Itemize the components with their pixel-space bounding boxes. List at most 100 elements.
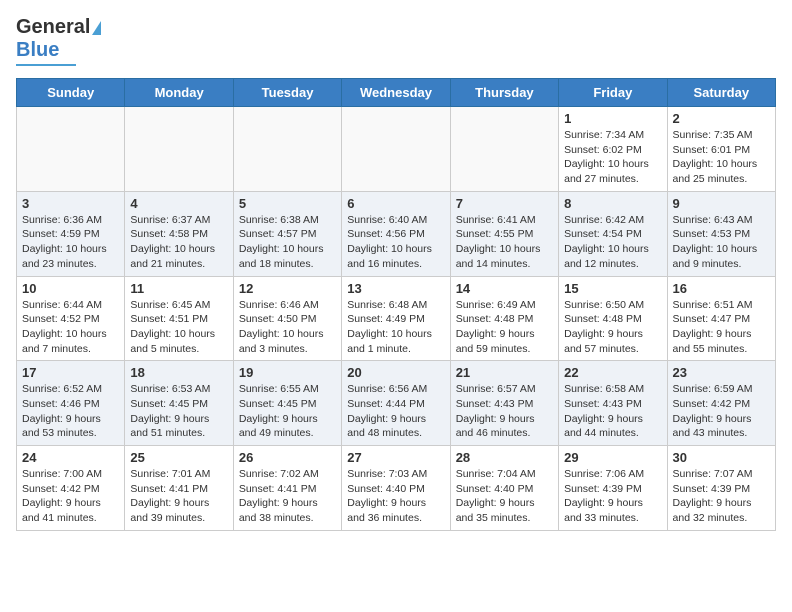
logo-triangle-icon <box>92 21 101 35</box>
calendar-week-row: 10 Sunrise: 6:44 AMSunset: 4:52 PMDayligh… <box>17 276 776 361</box>
day-number: 30 <box>673 450 770 465</box>
day-number: 13 <box>347 281 444 296</box>
calendar-cell: 23Sunrise: 6:59 AMSunset: 4:42 PMDayligh… <box>667 361 775 446</box>
day-info: Sunrise: 6:49 AMSunset: 4:48 PMDaylight:… <box>456 298 553 357</box>
calendar-cell: 15 Sunrise: 6:50 AMSunset: 4:48 PMDayligh… <box>559 276 667 361</box>
day-info: Sunrise: 7:07 AMSunset: 4:39 PMDaylight:… <box>673 467 770 526</box>
calendar-cell <box>17 107 125 192</box>
day-number: 19 <box>239 365 336 380</box>
day-header-tuesday: Tuesday <box>233 79 341 107</box>
day-info: Sunrise: 6:56 AMSunset: 4:44 PMDaylight:… <box>347 382 444 441</box>
day-info: Sunrise: 6:36 AMSunset: 4:59 PMDaylight:… <box>22 213 119 272</box>
day-info: Sunrise: 6:50 AMSunset: 4:48 PMDaylight:… <box>564 298 661 357</box>
day-info: Sunrise: 7:06 AMSunset: 4:39 PMDaylight:… <box>564 467 661 526</box>
calendar-cell: 18Sunrise: 6:53 AMSunset: 4:45 PMDayligh… <box>125 361 233 446</box>
day-number: 7 <box>456 196 553 211</box>
day-info: Sunrise: 6:44 AMSunset: 4:52 PMDaylight:… <box>22 298 119 357</box>
day-number: 15 <box>564 281 661 296</box>
day-number: 9 <box>673 196 770 211</box>
calendar-table: SundayMondayTuesdayWednesdayThursdayFrid… <box>16 78 776 531</box>
day-number: 29 <box>564 450 661 465</box>
day-header-friday: Friday <box>559 79 667 107</box>
day-info: Sunrise: 6:55 AMSunset: 4:45 PMDaylight:… <box>239 382 336 441</box>
day-info: Sunrise: 6:48 AMSunset: 4:49 PMDaylight:… <box>347 298 444 357</box>
calendar-cell: 9 Sunrise: 6:43 AMSunset: 4:53 PMDaylight… <box>667 191 775 276</box>
day-info: Sunrise: 6:51 AMSunset: 4:47 PMDaylight:… <box>673 298 770 357</box>
day-number: 27 <box>347 450 444 465</box>
calendar-cell: 2Sunrise: 7:35 AMSunset: 6:01 PMDaylight… <box>667 107 775 192</box>
day-header-saturday: Saturday <box>667 79 775 107</box>
calendar-cell: 10 Sunrise: 6:44 AMSunset: 4:52 PMDayligh… <box>17 276 125 361</box>
calendar-week-row: 1Sunrise: 7:34 AMSunset: 6:02 PMDaylight… <box>17 107 776 192</box>
page-header: General Blue <box>16 16 776 66</box>
day-info: Sunrise: 6:37 AMSunset: 4:58 PMDaylight:… <box>130 213 227 272</box>
day-number: 21 <box>456 365 553 380</box>
day-info: Sunrise: 6:43 AMSunset: 4:53 PMDaylight:… <box>673 213 770 272</box>
day-info: Sunrise: 7:35 AMSunset: 6:01 PMDaylight:… <box>673 128 770 187</box>
calendar-cell: 5 Sunrise: 6:38 AMSunset: 4:57 PMDaylight… <box>233 191 341 276</box>
calendar-cell: 22 Sunrise: 6:58 AMSunset: 4:43 PMDayligh… <box>559 361 667 446</box>
calendar-cell: 19 Sunrise: 6:55 AMSunset: 4:45 PMDayligh… <box>233 361 341 446</box>
day-number: 22 <box>564 365 661 380</box>
calendar-cell: 1Sunrise: 7:34 AMSunset: 6:02 PMDaylight… <box>559 107 667 192</box>
calendar-cell: 29 Sunrise: 7:06 AMSunset: 4:39 PMDayligh… <box>559 446 667 531</box>
calendar-cell: 21 Sunrise: 6:57 AMSunset: 4:43 PMDayligh… <box>450 361 558 446</box>
calendar-week-row: 24Sunrise: 7:00 AMSunset: 4:42 PMDayligh… <box>17 446 776 531</box>
day-header-monday: Monday <box>125 79 233 107</box>
calendar-cell: 3 Sunrise: 6:36 AMSunset: 4:59 PMDaylight… <box>17 191 125 276</box>
calendar-cell: 11 Sunrise: 6:45 AMSunset: 4:51 PMDayligh… <box>125 276 233 361</box>
calendar-cell: 24Sunrise: 7:00 AMSunset: 4:42 PMDayligh… <box>17 446 125 531</box>
day-info: Sunrise: 6:45 AMSunset: 4:51 PMDaylight:… <box>130 298 227 357</box>
day-info: Sunrise: 7:03 AMSunset: 4:40 PMDaylight:… <box>347 467 444 526</box>
calendar-cell: 27 Sunrise: 7:03 AMSunset: 4:40 PMDayligh… <box>342 446 450 531</box>
calendar-cell: 14 Sunrise: 6:49 AMSunset: 4:48 PMDayligh… <box>450 276 558 361</box>
calendar-cell: 4 Sunrise: 6:37 AMSunset: 4:58 PMDaylight… <box>125 191 233 276</box>
day-info: Sunrise: 7:02 AMSunset: 4:41 PMDaylight:… <box>239 467 336 526</box>
day-number: 8 <box>564 196 661 211</box>
day-info: Sunrise: 6:52 AMSunset: 4:46 PMDaylight:… <box>22 382 119 441</box>
day-number: 16 <box>673 281 770 296</box>
logo-underline <box>16 64 76 66</box>
calendar-cell: 6 Sunrise: 6:40 AMSunset: 4:56 PMDaylight… <box>342 191 450 276</box>
day-number: 1 <box>564 111 661 126</box>
day-info: Sunrise: 6:40 AMSunset: 4:56 PMDaylight:… <box>347 213 444 272</box>
day-header-sunday: Sunday <box>17 79 125 107</box>
calendar-cell: 26Sunrise: 7:02 AMSunset: 4:41 PMDayligh… <box>233 446 341 531</box>
day-info: Sunrise: 6:41 AMSunset: 4:55 PMDaylight:… <box>456 213 553 272</box>
day-number: 17 <box>22 365 119 380</box>
day-info: Sunrise: 6:58 AMSunset: 4:43 PMDaylight:… <box>564 382 661 441</box>
day-number: 3 <box>22 196 119 211</box>
calendar-week-row: 3 Sunrise: 6:36 AMSunset: 4:59 PMDaylight… <box>17 191 776 276</box>
calendar-cell <box>342 107 450 192</box>
day-info: Sunrise: 6:59 AMSunset: 4:42 PMDaylight:… <box>673 382 770 441</box>
day-number: 5 <box>239 196 336 211</box>
day-number: 6 <box>347 196 444 211</box>
day-number: 14 <box>456 281 553 296</box>
logo: General Blue <box>16 16 101 66</box>
calendar-cell: 7 Sunrise: 6:41 AMSunset: 4:55 PMDaylight… <box>450 191 558 276</box>
calendar-cell: 13 Sunrise: 6:48 AMSunset: 4:49 PMDayligh… <box>342 276 450 361</box>
day-number: 10 <box>22 281 119 296</box>
logo-text-general: General <box>16 16 90 39</box>
day-header-thursday: Thursday <box>450 79 558 107</box>
day-info: Sunrise: 6:42 AMSunset: 4:54 PMDaylight:… <box>564 213 661 272</box>
day-info: Sunrise: 7:04 AMSunset: 4:40 PMDaylight:… <box>456 467 553 526</box>
day-info: Sunrise: 6:57 AMSunset: 4:43 PMDaylight:… <box>456 382 553 441</box>
calendar-cell: 17 Sunrise: 6:52 AMSunset: 4:46 PMDayligh… <box>17 361 125 446</box>
day-number: 4 <box>130 196 227 211</box>
day-number: 11 <box>130 281 227 296</box>
calendar-cell: 20Sunrise: 6:56 AMSunset: 4:44 PMDayligh… <box>342 361 450 446</box>
calendar-cell: 30 Sunrise: 7:07 AMSunset: 4:39 PMDayligh… <box>667 446 775 531</box>
calendar-cell <box>125 107 233 192</box>
calendar-cell: 25Sunrise: 7:01 AMSunset: 4:41 PMDayligh… <box>125 446 233 531</box>
day-info: Sunrise: 6:38 AMSunset: 4:57 PMDaylight:… <box>239 213 336 272</box>
calendar-cell: 28Sunrise: 7:04 AMSunset: 4:40 PMDayligh… <box>450 446 558 531</box>
day-header-wednesday: Wednesday <box>342 79 450 107</box>
calendar-cell: 8 Sunrise: 6:42 AMSunset: 4:54 PMDaylight… <box>559 191 667 276</box>
logo-text-blue: Blue <box>16 39 59 62</box>
day-number: 18 <box>130 365 227 380</box>
day-info: Sunrise: 7:01 AMSunset: 4:41 PMDaylight:… <box>130 467 227 526</box>
calendar-cell: 12Sunrise: 6:46 AMSunset: 4:50 PMDayligh… <box>233 276 341 361</box>
calendar-header-row: SundayMondayTuesdayWednesdayThursdayFrid… <box>17 79 776 107</box>
day-number: 12 <box>239 281 336 296</box>
